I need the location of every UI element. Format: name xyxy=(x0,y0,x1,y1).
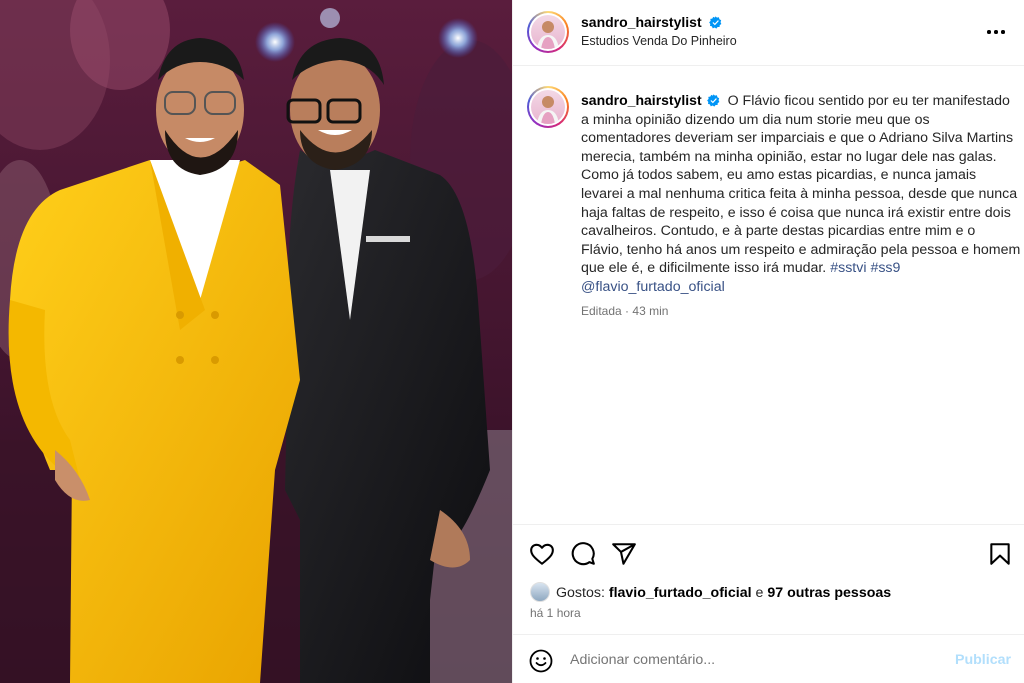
post-photo[interactable] xyxy=(0,0,512,683)
likes-conjunction: e xyxy=(755,585,764,601)
post-timestamp[interactable]: há 1 hora xyxy=(530,606,581,620)
emoji-button[interactable] xyxy=(529,649,553,673)
verified-badge-icon xyxy=(709,16,722,29)
hashtag-link[interactable]: #sstvi xyxy=(830,260,866,276)
like-button[interactable] xyxy=(529,541,555,567)
bookmark-icon xyxy=(990,543,1010,565)
post-details-panel: sandro_hairstylist Estudios Venda Do Pin… xyxy=(512,0,1024,683)
other-likers-link[interactable]: 97 outras pessoas xyxy=(767,585,891,601)
verified-badge-icon xyxy=(706,94,719,107)
share-button[interactable] xyxy=(611,541,637,567)
author-avatar[interactable] xyxy=(527,11,569,53)
caption-body: O Flávio ficou sentido por eu ter manife… xyxy=(581,93,1021,277)
first-liker-username[interactable]: flavio_furtado_oficial xyxy=(609,585,752,601)
comment-input[interactable] xyxy=(570,652,930,668)
comment-button[interactable] xyxy=(570,541,596,567)
more-horizontal-icon xyxy=(987,30,991,34)
mention-link[interactable]: @flavio_furtado_oficial xyxy=(581,279,725,295)
more-options-button[interactable] xyxy=(985,22,1009,42)
caption-age: 43 min xyxy=(632,304,669,318)
caption-author-avatar[interactable] xyxy=(527,86,569,128)
edited-label: Editada xyxy=(581,304,622,318)
caption-meta: Editada · 43 min xyxy=(581,304,668,318)
post-location[interactable]: Estudios Venda Do Pinheiro xyxy=(581,34,737,48)
post-photo-illustration xyxy=(0,0,512,683)
caption-username[interactable]: sandro_hairstylist xyxy=(581,92,702,108)
likes-prefix: Gostos: xyxy=(556,585,605,601)
post-header: sandro_hairstylist Estudios Venda Do Pin… xyxy=(513,0,1024,66)
meta-separator: · xyxy=(625,304,630,318)
post-actions: Gostos: flavio_furtado_oficial e 97 outr… xyxy=(513,524,1024,634)
add-comment-bar: Publicar xyxy=(513,634,1024,683)
paper-plane-icon xyxy=(612,543,636,565)
publish-button[interactable]: Publicar xyxy=(955,652,1011,668)
caption-section: sandro_hairstylist O Flávio ficou sentid… xyxy=(513,66,1024,524)
hashtag-link[interactable]: #ss9 xyxy=(870,260,900,276)
comment-bubble-icon xyxy=(571,542,595,566)
author-username[interactable]: sandro_hairstylist xyxy=(581,14,702,30)
heart-icon xyxy=(530,543,554,565)
likes-summary[interactable]: Gostos: flavio_furtado_oficial e 97 outr… xyxy=(530,582,891,602)
caption-text: sandro_hairstylist O Flávio ficou sentid… xyxy=(581,91,1021,297)
save-button[interactable] xyxy=(987,541,1013,567)
smiley-icon xyxy=(529,649,553,673)
liker-avatar xyxy=(530,582,550,602)
